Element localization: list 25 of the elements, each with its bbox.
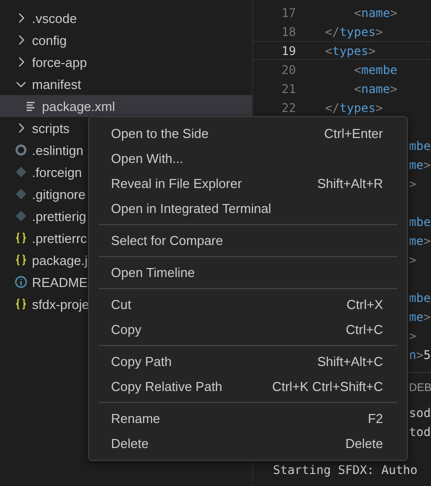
line-number: 19 [280, 44, 296, 58]
code-fragment: mbe [409, 138, 431, 152]
line-number: 21 [280, 82, 296, 96]
code-fragment: > [409, 252, 416, 266]
code-line: <name> [354, 6, 398, 20]
code-fragment: mbe [409, 214, 431, 228]
code-line: </types> [325, 100, 383, 114]
code-fragment: mbe [409, 290, 431, 304]
code-fragment: me> [409, 158, 431, 172]
terminal-text: tod [409, 424, 431, 438]
code-fragment: n>5 [409, 348, 431, 362]
line-number: 22 [280, 100, 296, 114]
code-line: <name> [354, 82, 398, 96]
code-fragment: > [409, 328, 416, 342]
code-line: </types> [325, 24, 383, 38]
code-fragment: me> [409, 234, 431, 248]
line-number: 20 [280, 62, 296, 76]
code-fragment: > [409, 176, 416, 190]
line-number: 17 [280, 6, 296, 20]
code-fragment: me> [409, 310, 431, 324]
line-number: 18 [280, 24, 296, 38]
code-line: <membe [354, 62, 398, 76]
terminal-text: sod [409, 406, 431, 420]
code-line: <types> [325, 44, 376, 58]
terminal-text: Starting SFDX: Autho [273, 462, 418, 476]
